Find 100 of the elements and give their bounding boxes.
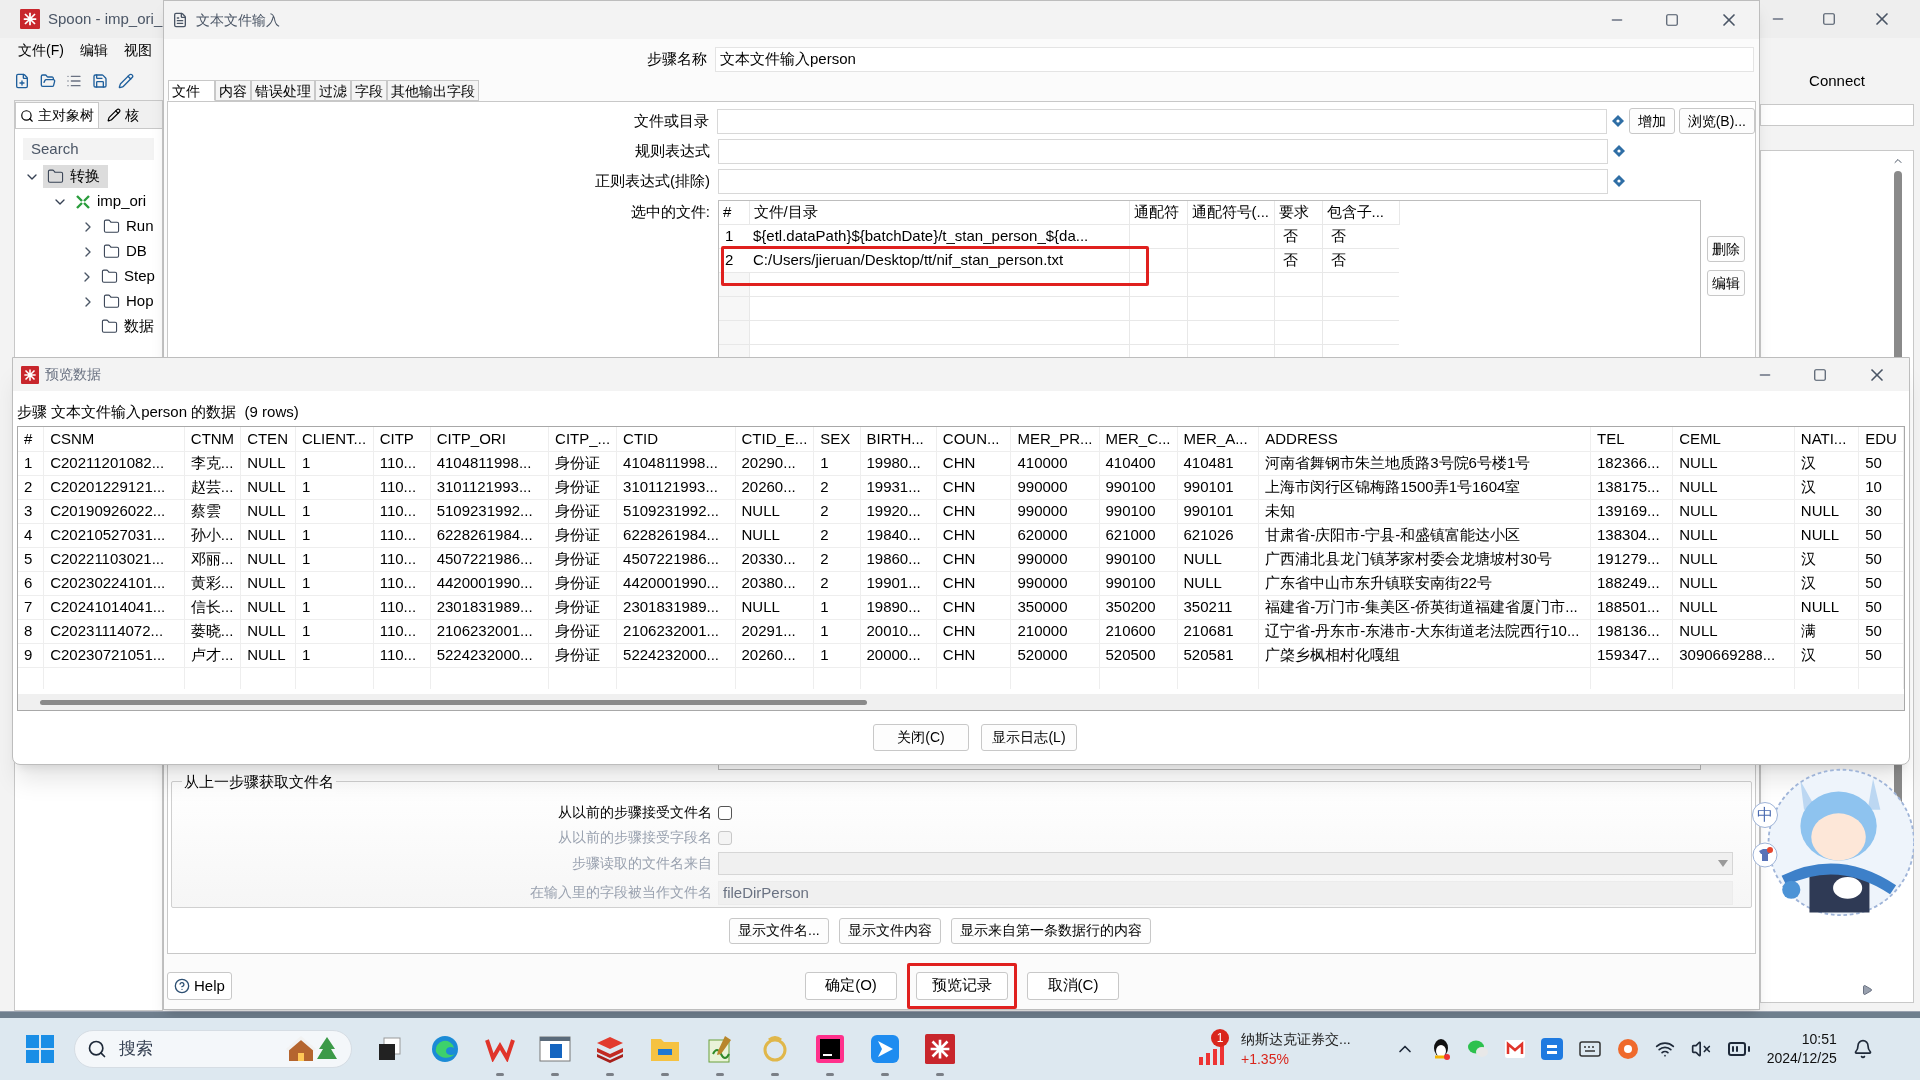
column-header[interactable]: CEML (1672, 427, 1795, 451)
table-cell: 2106232001... (623, 621, 719, 639)
stacked-cubes-icon[interactable] (594, 1035, 625, 1063)
keyboard-icon[interactable] (1578, 1040, 1601, 1058)
column-header[interactable]: SEX (813, 427, 860, 451)
tab[interactable]: 内容 (215, 80, 251, 101)
table-cell: 621000 (1105, 525, 1156, 543)
tree-item[interactable]: Step (97, 265, 163, 288)
text-field[interactable] (717, 108, 1607, 134)
text-field[interactable] (718, 138, 1608, 164)
checkbox[interactable] (718, 805, 732, 820)
column-header[interactable]: CTNM (184, 427, 241, 451)
mail-icon[interactable] (1504, 1040, 1525, 1058)
dialog-button[interactable]: 取消(C) (1027, 971, 1119, 1000)
text-field[interactable] (718, 168, 1608, 194)
volume-muted-icon[interactable] (1690, 1039, 1711, 1059)
column-header[interactable]: ADDRESS (1258, 427, 1591, 451)
column-header[interactable]: TEL (1590, 427, 1673, 451)
column-header[interactable]: CTID (616, 427, 735, 451)
tab[interactable]: 过滤 (315, 80, 351, 101)
browser-icon[interactable] (429, 1034, 460, 1064)
button[interactable]: 浏览(B)... (1678, 108, 1755, 134)
start-icon[interactable] (26, 1035, 54, 1063)
column-header[interactable]: 通配符号(... (1187, 201, 1274, 224)
button[interactable]: 显示日志(L) (981, 724, 1077, 751)
column-header[interactable]: # (719, 201, 749, 224)
column-header[interactable]: COUN... (936, 427, 1011, 451)
column-header[interactable]: 包含子... (1322, 201, 1399, 224)
wifi-icon[interactable] (1654, 1039, 1675, 1059)
tree-item[interactable]: imp_ori (71, 190, 155, 213)
column-header[interactable]: CITP_ORI (430, 427, 549, 451)
save-as-icon[interactable] (118, 73, 134, 89)
column-header[interactable]: 文件/目录 (749, 201, 1129, 224)
panel-tab[interactable]: 主对象树 (15, 102, 99, 128)
button[interactable]: 关闭(C) (873, 724, 969, 751)
column-header[interactable]: CTID_E... (735, 427, 814, 451)
menu-item[interactable]: 编辑 (79, 39, 108, 61)
w-logo-icon[interactable] (484, 1036, 515, 1062)
menu-item[interactable]: 文件(F) (18, 39, 64, 61)
panel-tab[interactable]: 核 (103, 102, 143, 128)
maximize-icon[interactable] (1822, 12, 1836, 26)
tab[interactable]: 其他输出字段 (387, 80, 479, 101)
button[interactable]: 显示来自第一条数据行的内容 (950, 917, 1151, 944)
table-cell: 3101121993... (436, 477, 532, 495)
clock-time[interactable]: 10:51 (1801, 1030, 1837, 1049)
search-field[interactable]: Search (23, 138, 154, 160)
notifications-icon[interactable] (1852, 1039, 1873, 1059)
tray-app-icon[interactable] (1540, 1038, 1563, 1060)
tab[interactable]: 错误处理 (251, 80, 315, 101)
menu-item[interactable]: 视图 (123, 39, 152, 61)
column-header[interactable]: # (18, 427, 44, 451)
column-header[interactable]: MER_A... (1177, 427, 1259, 451)
clock-date[interactable]: 2024/12/25 (1766, 1049, 1837, 1068)
button[interactable]: 增加 (1628, 108, 1675, 134)
column-header[interactable]: EDU (1858, 427, 1904, 451)
tree-item[interactable]: DB (99, 240, 155, 263)
column-header[interactable]: MER_C... (1099, 427, 1177, 451)
horizontal-scrollbar[interactable] (18, 694, 1904, 710)
save-icon[interactable] (92, 73, 108, 89)
search-field[interactable]: 搜索 (119, 1036, 259, 1062)
open-folder-icon[interactable] (40, 73, 56, 89)
stock-title[interactable]: 纳斯达克证券交... (1241, 1029, 1351, 1049)
button[interactable]: 显示文件内容 (838, 917, 941, 944)
column-header[interactable]: CITP_... (548, 427, 617, 451)
table-cell: 188501... (1597, 597, 1660, 615)
button[interactable]: 显示文件名... (729, 917, 829, 944)
maximize-icon[interactable] (1665, 13, 1679, 27)
new-file-icon[interactable] (14, 73, 30, 89)
column-header[interactable]: CSNM (43, 427, 185, 451)
connect-label[interactable]: Connect (1809, 69, 1865, 93)
column-header[interactable]: MER_PR... (1011, 427, 1099, 451)
column-header[interactable]: BIRTH... (860, 427, 937, 451)
scroll-right-icon[interactable] (1861, 984, 1873, 996)
column-header[interactable]: 要求 (1274, 201, 1322, 224)
tree-item[interactable]: Run (99, 215, 162, 238)
tree-item[interactable]: Hop (99, 290, 162, 313)
maximize-icon[interactable] (1813, 367, 1827, 382)
column-header[interactable]: CITP (373, 427, 431, 451)
circle-app-icon[interactable] (1616, 1038, 1639, 1060)
column-header[interactable]: CLIENT... (295, 427, 374, 451)
column-header[interactable]: 通配符 (1129, 201, 1187, 224)
app-window-icon[interactable] (538, 1035, 571, 1063)
tab[interactable]: 文件 (168, 80, 215, 101)
tree-item[interactable]: 数据 (97, 315, 162, 338)
list-icon[interactable] (66, 73, 82, 89)
column-header[interactable]: CTEN (240, 427, 296, 451)
step-name-field[interactable]: 文本文件输入person (715, 46, 1754, 72)
tree-item[interactable]: 转换 (43, 165, 108, 188)
ide-icon[interactable] (814, 1034, 845, 1064)
dialog-button[interactable]: 预览记录 (916, 971, 1008, 1000)
tab[interactable]: 字段 (351, 80, 387, 101)
paper-plane-icon[interactable] (869, 1034, 900, 1064)
help-button[interactable]: Help (167, 972, 232, 1000)
search-box[interactable]: 搜索 (74, 1030, 352, 1068)
table-cell: 蒌晓... (190, 621, 234, 639)
button[interactable]: 删除 (1707, 236, 1745, 262)
table-cell: NULL (247, 645, 286, 663)
dialog-button[interactable]: 确定(O) (805, 971, 897, 1000)
button[interactable]: 编辑 (1707, 270, 1745, 296)
column-header[interactable]: NATI... (1794, 427, 1859, 451)
